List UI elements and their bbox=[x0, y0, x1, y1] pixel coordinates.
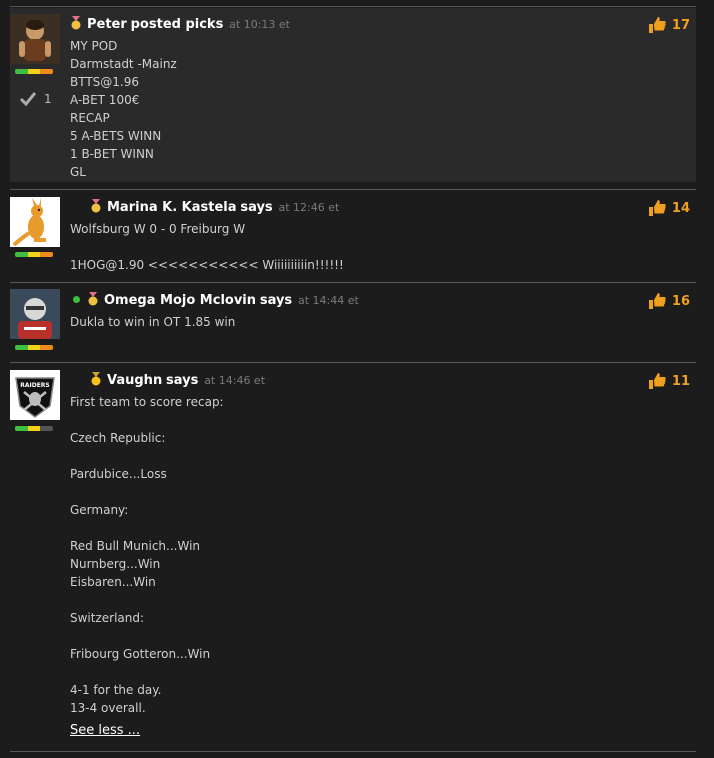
post-verb: says bbox=[166, 373, 199, 388]
thumbs-up-icon bbox=[648, 200, 666, 216]
text-line: Darmstadt -Mainz bbox=[70, 57, 177, 71]
post-separator bbox=[10, 6, 696, 7]
text-line bbox=[70, 238, 344, 256]
online-status-icon bbox=[73, 296, 80, 303]
comment-post-vaughn: RAIDERS Vaughn says at 14:46 et 11 First… bbox=[10, 363, 696, 749]
timestamp: at 14:44 et bbox=[298, 294, 359, 307]
text-line: First team to score recap: bbox=[70, 395, 224, 409]
timestamp: at 12:46 et bbox=[278, 201, 340, 214]
text-line: Pardubice...Loss bbox=[70, 467, 167, 481]
reputation-bar bbox=[15, 345, 53, 350]
text-line: Germany: bbox=[70, 503, 129, 517]
pick-counter: 1 bbox=[20, 92, 52, 106]
reputation-bar bbox=[15, 252, 53, 257]
text-line: 1HOG@1.90 <<<<<<<<<<< Wiiiiiiiiiin!!!!!! bbox=[70, 258, 344, 272]
comment-post-marina: Marina K. Kastela says at 12:46 et 14 Wo… bbox=[10, 190, 696, 280]
text-line: Wolfsburg W 0 - 0 Freiburg W bbox=[70, 222, 246, 236]
text-line: Czech Republic: bbox=[70, 431, 166, 445]
timestamp: at 14:46 et bbox=[204, 374, 266, 387]
text-line bbox=[70, 663, 224, 681]
post-header: Omega Mojo Mclovin says at 14:44 et bbox=[70, 292, 359, 309]
avatar[interactable] bbox=[10, 289, 60, 339]
post-body: Wolfsburg W 0 - 0 Freiburg W 1HOG@1.90 <… bbox=[70, 220, 344, 274]
like-button[interactable]: 14 bbox=[648, 199, 690, 217]
text-line bbox=[70, 483, 224, 501]
avatar[interactable] bbox=[10, 14, 60, 64]
text-line: MY POD bbox=[70, 39, 118, 53]
like-count: 11 bbox=[671, 373, 690, 389]
like-count: 14 bbox=[671, 200, 690, 216]
text-line: Nurnberg...Win bbox=[70, 557, 161, 571]
like-button[interactable]: 17 bbox=[648, 16, 690, 34]
text-line bbox=[70, 411, 224, 429]
pink-medal-icon bbox=[71, 16, 81, 30]
checkmark-icon bbox=[20, 92, 36, 106]
text-line bbox=[70, 447, 224, 465]
text-line: 13-4 overall. bbox=[70, 701, 146, 715]
text-line: A-BET 100€ bbox=[70, 93, 140, 107]
text-line: GL bbox=[70, 165, 86, 179]
thumbs-up-icon bbox=[648, 17, 666, 33]
text-line: RECAP bbox=[70, 111, 110, 125]
pink-medal-icon bbox=[91, 199, 101, 213]
author-name[interactable]: Peter bbox=[87, 17, 127, 32]
post-verb: says bbox=[259, 293, 293, 308]
text-line bbox=[70, 519, 224, 537]
avatar[interactable] bbox=[10, 197, 60, 247]
like-count: 16 bbox=[671, 293, 690, 309]
see-less-link[interactable]: See less ... bbox=[70, 723, 140, 738]
text-line: Switzerland: bbox=[70, 611, 145, 625]
text-line: 4-1 for the day. bbox=[70, 683, 162, 697]
text-line: Eisbaren...Win bbox=[70, 575, 156, 589]
author-name[interactable]: Marina K. Kastela bbox=[107, 200, 237, 215]
like-button[interactable]: 11 bbox=[648, 372, 690, 390]
timestamp: at 10:13 et bbox=[229, 18, 290, 31]
thumbs-up-icon bbox=[648, 293, 666, 309]
author-name[interactable]: Omega Mojo Mclovin bbox=[104, 293, 256, 308]
post-separator bbox=[10, 751, 696, 752]
svg-text:RAIDERS: RAIDERS bbox=[20, 382, 50, 389]
like-count: 17 bbox=[671, 17, 690, 33]
pick-count: 1 bbox=[44, 92, 52, 106]
post-header: Marina K. Kastela says at 12:46 et bbox=[70, 199, 339, 216]
post-verb: says bbox=[240, 200, 273, 215]
post-verb: posted picks bbox=[130, 17, 224, 32]
post-header: Peter posted picks at 10:13 et bbox=[70, 16, 290, 33]
text-line: BTTS@1.96 bbox=[70, 75, 140, 89]
text-line: Dukla to win in OT 1.85 win bbox=[70, 315, 236, 329]
text-line: Fribourg Gotteron...Win bbox=[70, 647, 211, 661]
reputation-bar bbox=[15, 426, 53, 431]
post-body: First team to score recap: Czech Republi… bbox=[70, 393, 224, 743]
reputation-bar bbox=[15, 69, 53, 74]
gold-medal-icon bbox=[91, 372, 101, 386]
thumbs-up-icon bbox=[648, 373, 666, 389]
text-line: 1 B-BET WINN bbox=[70, 147, 154, 161]
comment-post-peter: 1 Peter posted picks at 10:13 et 17 MY P… bbox=[10, 8, 696, 182]
avatar[interactable]: RAIDERS bbox=[10, 370, 60, 420]
post-body: Dukla to win in OT 1.85 win bbox=[70, 313, 235, 331]
like-button[interactable]: 16 bbox=[648, 292, 690, 310]
pink-medal-icon bbox=[88, 292, 98, 306]
author-name[interactable]: Vaughn bbox=[107, 373, 162, 388]
post-header: Vaughn says at 14:46 et bbox=[70, 372, 265, 389]
text-line bbox=[70, 627, 224, 645]
text-line: Red Bull Munich...Win bbox=[70, 539, 201, 553]
comment-post-omega: Omega Mojo Mclovin says at 14:44 et 16 D… bbox=[10, 283, 696, 361]
text-line: 5 A-BETS WINN bbox=[70, 129, 162, 143]
post-body: MY POD Darmstadt -Mainz BTTS@1.96 A-BET … bbox=[70, 37, 177, 181]
text-line bbox=[70, 591, 224, 609]
